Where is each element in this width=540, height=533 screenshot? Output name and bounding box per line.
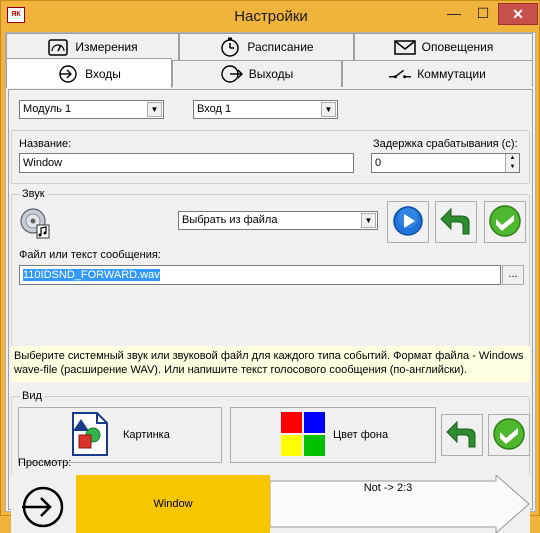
tab-label: Входы xyxy=(85,66,121,81)
name-input[interactable]: Window xyxy=(19,153,354,173)
tab-schedule[interactable]: Расписание xyxy=(179,33,354,60)
picture-button-label: Картинка xyxy=(123,429,170,441)
sound-group: Звук Выбрать из файла ▼ Файл или текст с… xyxy=(11,188,530,346)
tab-label: Коммутации xyxy=(417,67,486,81)
file-input[interactable]: 110IDSND_FORWARD.wav xyxy=(19,265,501,285)
tab-label: Расписание xyxy=(247,40,314,54)
view-group: Вид Картинка Цвет фона xyxy=(11,390,530,478)
inputs-page: Модуль 1 ▼ Вход 1 ▼ Название: Window Зад… xyxy=(8,89,533,533)
tab-outputs[interactable]: Выходы xyxy=(172,60,342,87)
sound-hint: Выберите системный звук или звуковой фай… xyxy=(11,346,530,382)
chevron-down-icon[interactable]: ▼ xyxy=(361,213,376,228)
module-select-value: Модуль 1 xyxy=(23,103,72,115)
confirm-view-button[interactable] xyxy=(488,414,530,456)
minimize-button[interactable]: — xyxy=(439,3,469,25)
sound-file-icon xyxy=(19,207,51,239)
input-select-value: Вход 1 xyxy=(197,103,232,115)
view-group-title: Вид xyxy=(20,390,44,402)
browse-button[interactable]: ... xyxy=(502,265,524,285)
tab-label: Оповещения xyxy=(421,40,494,54)
browse-button-label: ... xyxy=(508,268,518,280)
tab-label: Измерения xyxy=(75,40,138,54)
undo-view-button[interactable] xyxy=(441,414,483,456)
play-button[interactable] xyxy=(387,201,429,243)
tab-inputs[interactable]: Входы xyxy=(6,58,172,88)
name-label: Название: xyxy=(19,138,72,150)
tab-measurements[interactable]: Измерения xyxy=(6,33,179,60)
background-color-button[interactable]: Цвет фона xyxy=(230,407,436,463)
preview-arrow: Not -> 2:3 xyxy=(270,475,530,533)
preview-route: Not -> 2:3 xyxy=(363,482,413,494)
switch-icon xyxy=(389,65,412,83)
file-input-value: 110IDSND_FORWARD.wav xyxy=(23,269,160,281)
undo-arrow-icon xyxy=(439,206,473,239)
delay-label: Задержка срабатывания (с): xyxy=(373,138,518,150)
tab-label: Выходы xyxy=(248,67,294,81)
clock-icon xyxy=(219,37,241,57)
preview-panel: Window Not -> 2:3 xyxy=(11,475,530,533)
spin-down-icon[interactable]: ▼ xyxy=(506,163,519,172)
exit-icon xyxy=(221,65,243,83)
file-label: Файл или текст сообщения: xyxy=(19,249,161,261)
delay-spinbox-value: 0 xyxy=(375,157,382,169)
sound-source-select[interactable]: Выбрать из файла ▼ xyxy=(178,211,378,230)
checkmark-icon xyxy=(492,417,526,454)
chevron-down-icon[interactable]: ▼ xyxy=(147,102,162,117)
delay-spinbox[interactable]: 0 ▲ ▼ xyxy=(371,153,520,173)
gauge-icon xyxy=(47,38,69,56)
settings-window: ЯК Настройки — ☐ ✕ Измерения Расписание … xyxy=(0,0,540,533)
client-area: Измерения Расписание Оповещения Входы Вы… xyxy=(5,32,536,533)
color-palette-icon xyxy=(281,411,325,459)
input-select[interactable]: Вход 1 ▼ xyxy=(193,100,338,119)
maximize-button[interactable]: ☐ xyxy=(469,3,497,25)
undo-arrow-icon xyxy=(445,419,479,452)
preview-name: Window xyxy=(153,498,193,510)
undo-sound-button[interactable] xyxy=(435,201,477,243)
enter-icon xyxy=(57,64,79,83)
preview-label: Просмотр: xyxy=(18,457,72,469)
checkmark-icon xyxy=(488,204,522,241)
input-enter-icon xyxy=(13,481,73,533)
confirm-sound-button[interactable] xyxy=(484,201,526,243)
sound-group-title: Звук xyxy=(20,188,47,200)
sound-source-value: Выбрать из файла xyxy=(182,214,278,226)
preview-name-block: Window xyxy=(76,475,270,533)
background-color-label: Цвет фона xyxy=(333,429,389,441)
envelope-icon xyxy=(393,38,416,56)
spin-up-icon[interactable]: ▲ xyxy=(506,154,519,163)
module-select[interactable]: Модуль 1 ▼ xyxy=(19,100,164,119)
name-input-value: Window xyxy=(23,157,63,169)
picture-icon xyxy=(69,411,113,460)
tab-switching[interactable]: Коммутации xyxy=(342,60,533,87)
picture-button[interactable]: Картинка xyxy=(18,407,222,463)
chevron-down-icon[interactable]: ▼ xyxy=(321,102,336,117)
tab-notifications[interactable]: Оповещения xyxy=(354,33,533,60)
play-icon xyxy=(392,205,424,240)
spin-buttons[interactable]: ▲ ▼ xyxy=(505,154,519,172)
name-delay-frame: Название: Window Задержка срабатывания (… xyxy=(11,130,530,184)
close-button[interactable]: ✕ xyxy=(498,3,538,25)
title-bar[interactable]: ЯК Настройки — ☐ ✕ xyxy=(1,1,540,33)
